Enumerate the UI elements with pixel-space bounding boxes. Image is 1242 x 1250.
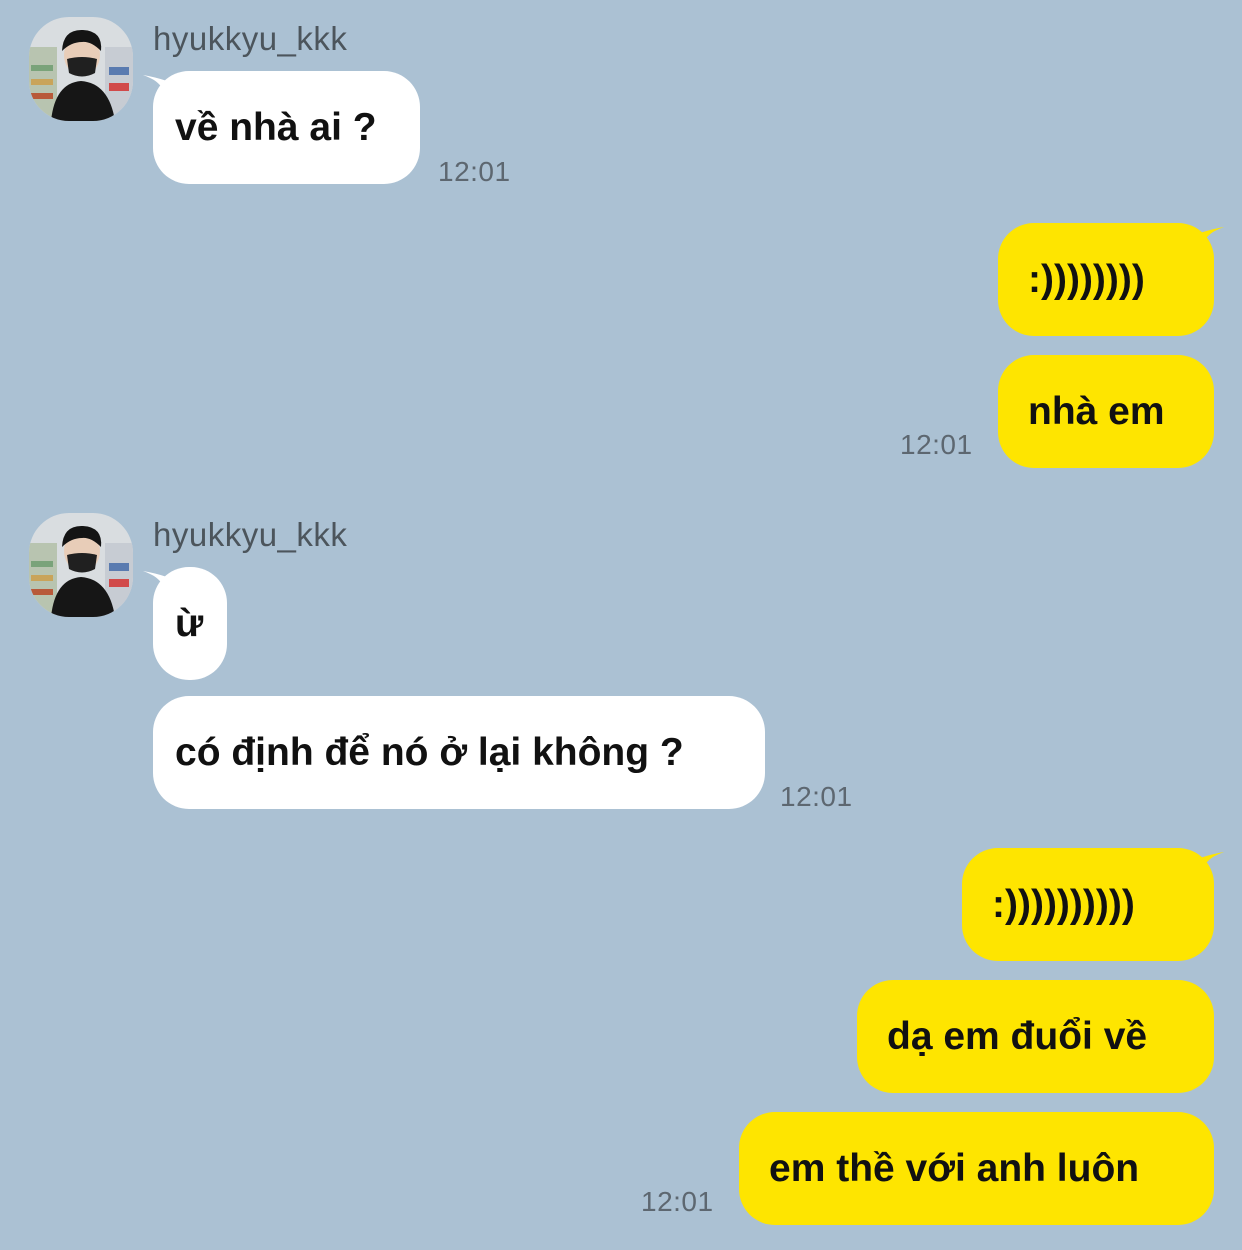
message-bubble-outgoing[interactable]: :)))))))))) xyxy=(962,848,1224,961)
message-time: 12:01 xyxy=(780,781,853,812)
bubble-tail xyxy=(1200,227,1224,247)
message-text: có định để nó ở lại không ? xyxy=(175,731,684,774)
message-bubble-incoming[interactable]: về nhà ai ? xyxy=(143,71,420,184)
sender-avatar[interactable] xyxy=(29,513,133,617)
message-time: 12:01 xyxy=(641,1186,714,1217)
message-bubble-outgoing[interactable]: dạ em đuổi về xyxy=(857,980,1214,1093)
message-bubble-outgoing[interactable]: em thề với anh luôn xyxy=(739,1112,1214,1225)
bubble-tail xyxy=(143,75,167,95)
message-time: 12:01 xyxy=(438,156,511,187)
message-text: về nhà ai ? xyxy=(175,106,377,149)
sender-name: hyukkyu_kkk xyxy=(153,516,348,553)
message-text: ừ xyxy=(175,602,204,645)
bubble-tail xyxy=(1200,852,1224,872)
message-bubble-outgoing[interactable]: nhà em xyxy=(998,355,1214,468)
message-text: em thề với anh luôn xyxy=(769,1147,1140,1190)
sender-avatar[interactable] xyxy=(29,17,133,121)
message-text: :)))))))) xyxy=(1028,258,1145,301)
message-bubble-incoming[interactable]: ừ xyxy=(143,567,227,680)
message-text: dạ em đuổi về xyxy=(887,1015,1148,1058)
message-time: 12:01 xyxy=(900,429,973,460)
sender-name: hyukkyu_kkk xyxy=(153,20,348,57)
message-text: :)))))))))) xyxy=(992,883,1135,926)
message-text: nhà em xyxy=(1028,390,1165,433)
message-bubble-incoming[interactable]: có định để nó ở lại không ? xyxy=(153,696,765,809)
message-bubble-outgoing[interactable]: :)))))))) xyxy=(998,223,1224,336)
bubble-tail xyxy=(143,571,167,591)
